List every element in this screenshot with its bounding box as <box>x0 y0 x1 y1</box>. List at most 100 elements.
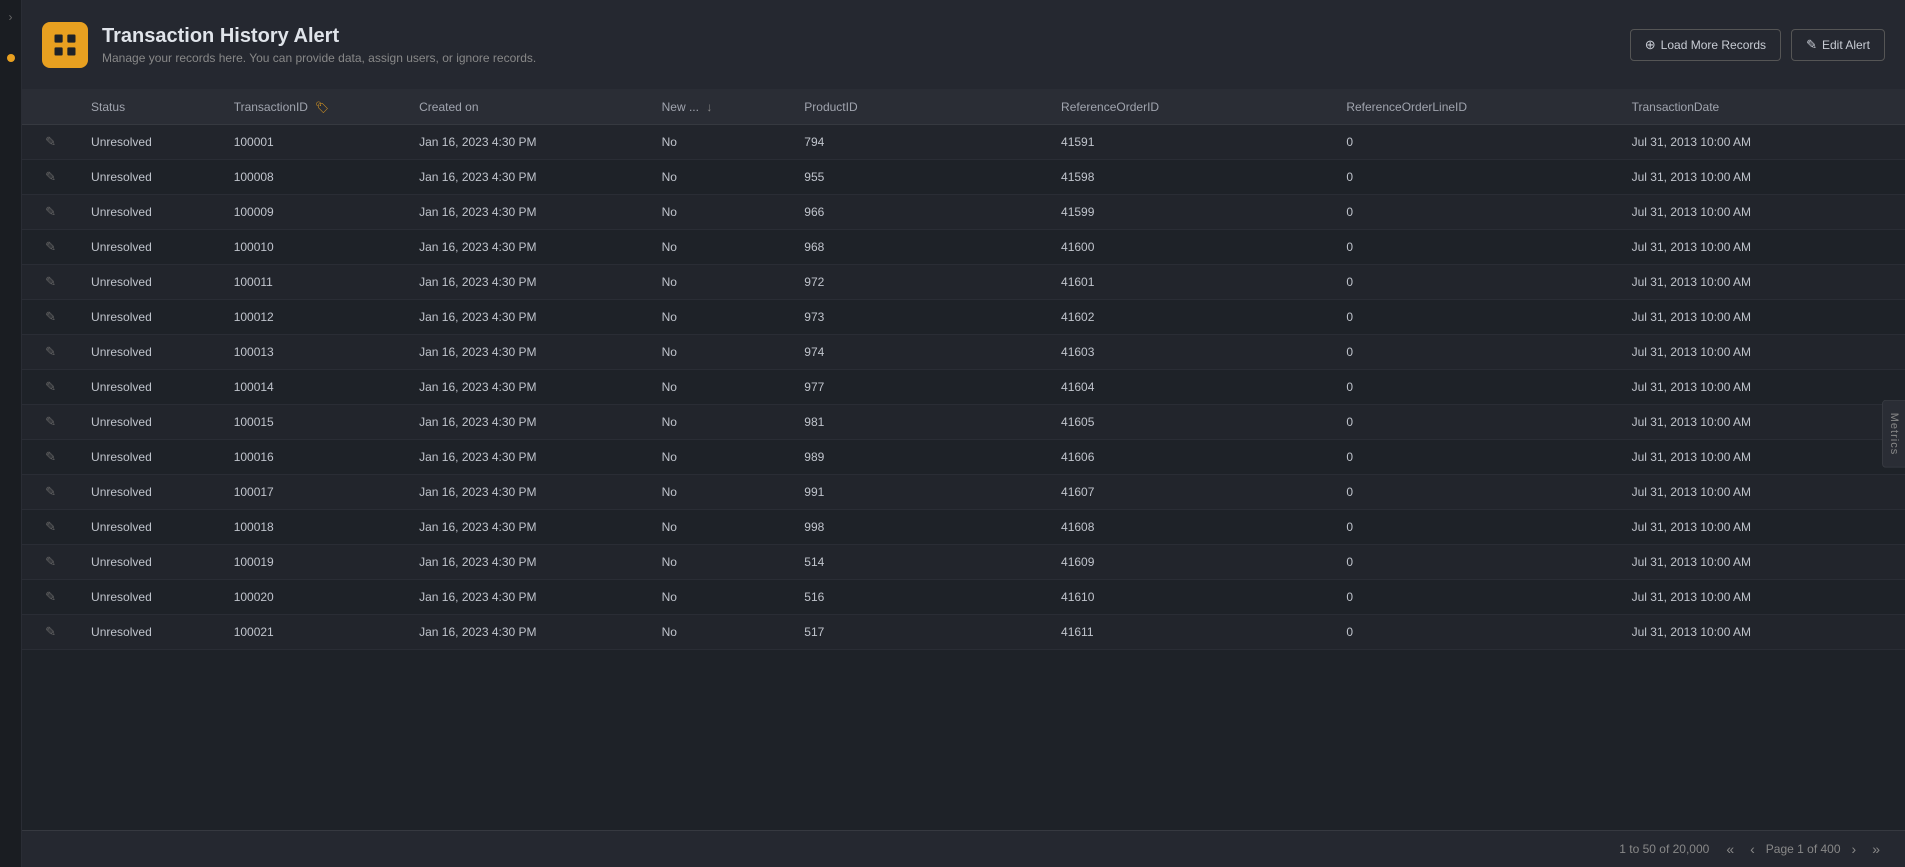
row-transaction-id: 100018 <box>222 510 407 545</box>
row-edit-icon[interactable]: ✎ <box>45 414 56 429</box>
row-reference-order-id: 41610 <box>1049 580 1334 615</box>
row-transaction-id: 100019 <box>222 545 407 580</box>
row-status: Unresolved <box>79 300 222 335</box>
row-transaction-date: Jul 31, 2013 10:00 AM <box>1620 510 1905 545</box>
row-product-id: 516 <box>792 580 1049 615</box>
row-created-on: Jan 16, 2023 4:30 PM <box>407 475 650 510</box>
table-row: ✎Unresolved100011Jan 16, 2023 4:30 PMNo9… <box>22 265 1905 300</box>
table-row: ✎Unresolved100012Jan 16, 2023 4:30 PMNo9… <box>22 300 1905 335</box>
load-more-button[interactable]: ⊕ Load More Records <box>1630 29 1781 61</box>
table-container: Status TransactionID 🏷 Created on New ..… <box>22 90 1905 830</box>
metrics-tab[interactable]: Metrics <box>1882 399 1905 467</box>
table-row: ✎Unresolved100021Jan 16, 2023 4:30 PMNo5… <box>22 615 1905 650</box>
row-reference-order-id: 41609 <box>1049 545 1334 580</box>
row-product-id: 973 <box>792 300 1049 335</box>
row-edit-icon[interactable]: ✎ <box>45 344 56 359</box>
row-created-on: Jan 16, 2023 4:30 PM <box>407 545 650 580</box>
row-created-on: Jan 16, 2023 4:30 PM <box>407 580 650 615</box>
col-header-status[interactable]: Status <box>79 90 222 125</box>
row-status: Unresolved <box>79 335 222 370</box>
row-reference-order-line-id: 0 <box>1334 580 1619 615</box>
col-header-transaction-date[interactable]: TransactionDate <box>1620 90 1905 125</box>
row-edit-icon[interactable]: ✎ <box>45 624 56 639</box>
pagination: « ‹ Page 1 of 400 › » <box>1721 839 1885 859</box>
col-header-transaction-id[interactable]: TransactionID 🏷 <box>222 90 407 125</box>
row-status: Unresolved <box>79 510 222 545</box>
records-table: Status TransactionID 🏷 Created on New ..… <box>22 90 1905 650</box>
row-created-on: Jan 16, 2023 4:30 PM <box>407 335 650 370</box>
row-reference-order-line-id: 0 <box>1334 230 1619 265</box>
row-transaction-date: Jul 31, 2013 10:00 AM <box>1620 580 1905 615</box>
row-edit-icon[interactable]: ✎ <box>45 589 56 604</box>
row-created-on: Jan 16, 2023 4:30 PM <box>407 510 650 545</box>
row-new-flag: No <box>650 230 793 265</box>
row-edit-icon[interactable]: ✎ <box>45 239 56 254</box>
row-created-on: Jan 16, 2023 4:30 PM <box>407 615 650 650</box>
col-header-product-id[interactable]: ProductID <box>792 90 1049 125</box>
row-transaction-id: 100011 <box>222 265 407 300</box>
table-row: ✎Unresolved100013Jan 16, 2023 4:30 PMNo9… <box>22 335 1905 370</box>
row-status: Unresolved <box>79 195 222 230</box>
row-product-id: 991 <box>792 475 1049 510</box>
row-edit-icon[interactable]: ✎ <box>45 309 56 324</box>
row-status: Unresolved <box>79 265 222 300</box>
next-page-button[interactable]: › <box>1847 839 1862 859</box>
row-created-on: Jan 16, 2023 4:30 PM <box>407 125 650 160</box>
row-product-id: 517 <box>792 615 1049 650</box>
page-title: Transaction History Alert <box>102 25 536 48</box>
col-header-new-flag[interactable]: New ... ↓ <box>650 90 793 125</box>
row-new-flag: No <box>650 475 793 510</box>
table-row: ✎Unresolved100010Jan 16, 2023 4:30 PMNo9… <box>22 230 1905 265</box>
row-edit-icon[interactable]: ✎ <box>45 134 56 149</box>
col-header-reference-order-id[interactable]: ReferenceOrderID <box>1049 90 1334 125</box>
row-edit-icon[interactable]: ✎ <box>45 449 56 464</box>
edit-alert-button[interactable]: ✎ Edit Alert <box>1791 29 1885 61</box>
table-row: ✎Unresolved100001Jan 16, 2023 4:30 PMNo7… <box>22 125 1905 160</box>
row-product-id: 968 <box>792 230 1049 265</box>
row-edit-icon[interactable]: ✎ <box>45 169 56 184</box>
row-edit-icon[interactable]: ✎ <box>45 554 56 569</box>
row-product-id: 972 <box>792 265 1049 300</box>
row-status: Unresolved <box>79 230 222 265</box>
col-header-reference-order-line-id[interactable]: ReferenceOrderLineID <box>1334 90 1619 125</box>
row-transaction-id: 100015 <box>222 405 407 440</box>
sidebar-collapse-arrow[interactable]: › <box>9 10 13 24</box>
header-text: Transaction History Alert Manage your re… <box>102 25 536 65</box>
row-edit-icon[interactable]: ✎ <box>45 519 56 534</box>
row-product-id: 981 <box>792 405 1049 440</box>
plus-icon: ⊕ <box>1645 37 1656 53</box>
sort-desc-icon: ↓ <box>706 100 712 114</box>
row-reference-order-id: 41606 <box>1049 440 1334 475</box>
header: Transaction History Alert Manage your re… <box>22 0 1905 90</box>
row-new-flag: No <box>650 335 793 370</box>
row-status: Unresolved <box>79 160 222 195</box>
row-transaction-date: Jul 31, 2013 10:00 AM <box>1620 405 1905 440</box>
row-transaction-id: 100020 <box>222 580 407 615</box>
row-transaction-id: 100001 <box>222 125 407 160</box>
tag-icon: 🏷 <box>315 102 329 114</box>
row-edit-icon[interactable]: ✎ <box>45 204 56 219</box>
row-status: Unresolved <box>79 580 222 615</box>
row-reference-order-line-id: 0 <box>1334 195 1619 230</box>
row-edit-icon[interactable]: ✎ <box>45 484 56 499</box>
prev-page-button[interactable]: ‹ <box>1745 839 1760 859</box>
row-status: Unresolved <box>79 440 222 475</box>
row-created-on: Jan 16, 2023 4:30 PM <box>407 160 650 195</box>
row-transaction-id: 100021 <box>222 615 407 650</box>
first-page-button[interactable]: « <box>1721 839 1739 859</box>
row-edit-icon[interactable]: ✎ <box>45 274 56 289</box>
table-row: ✎Unresolved100014Jan 16, 2023 4:30 PMNo9… <box>22 370 1905 405</box>
table-row: ✎Unresolved100009Jan 16, 2023 4:30 PMNo9… <box>22 195 1905 230</box>
header-left: Transaction History Alert Manage your re… <box>42 22 536 68</box>
row-reference-order-line-id: 0 <box>1334 615 1619 650</box>
row-transaction-date: Jul 31, 2013 10:00 AM <box>1620 160 1905 195</box>
row-reference-order-id: 41603 <box>1049 335 1334 370</box>
row-new-flag: No <box>650 125 793 160</box>
grid-icon <box>51 31 79 59</box>
row-reference-order-id: 41601 <box>1049 265 1334 300</box>
row-reference-order-line-id: 0 <box>1334 125 1619 160</box>
col-header-created-on[interactable]: Created on <box>407 90 650 125</box>
table-row: ✎Unresolved100016Jan 16, 2023 4:30 PMNo9… <box>22 440 1905 475</box>
row-edit-icon[interactable]: ✎ <box>45 379 56 394</box>
last-page-button[interactable]: » <box>1867 839 1885 859</box>
